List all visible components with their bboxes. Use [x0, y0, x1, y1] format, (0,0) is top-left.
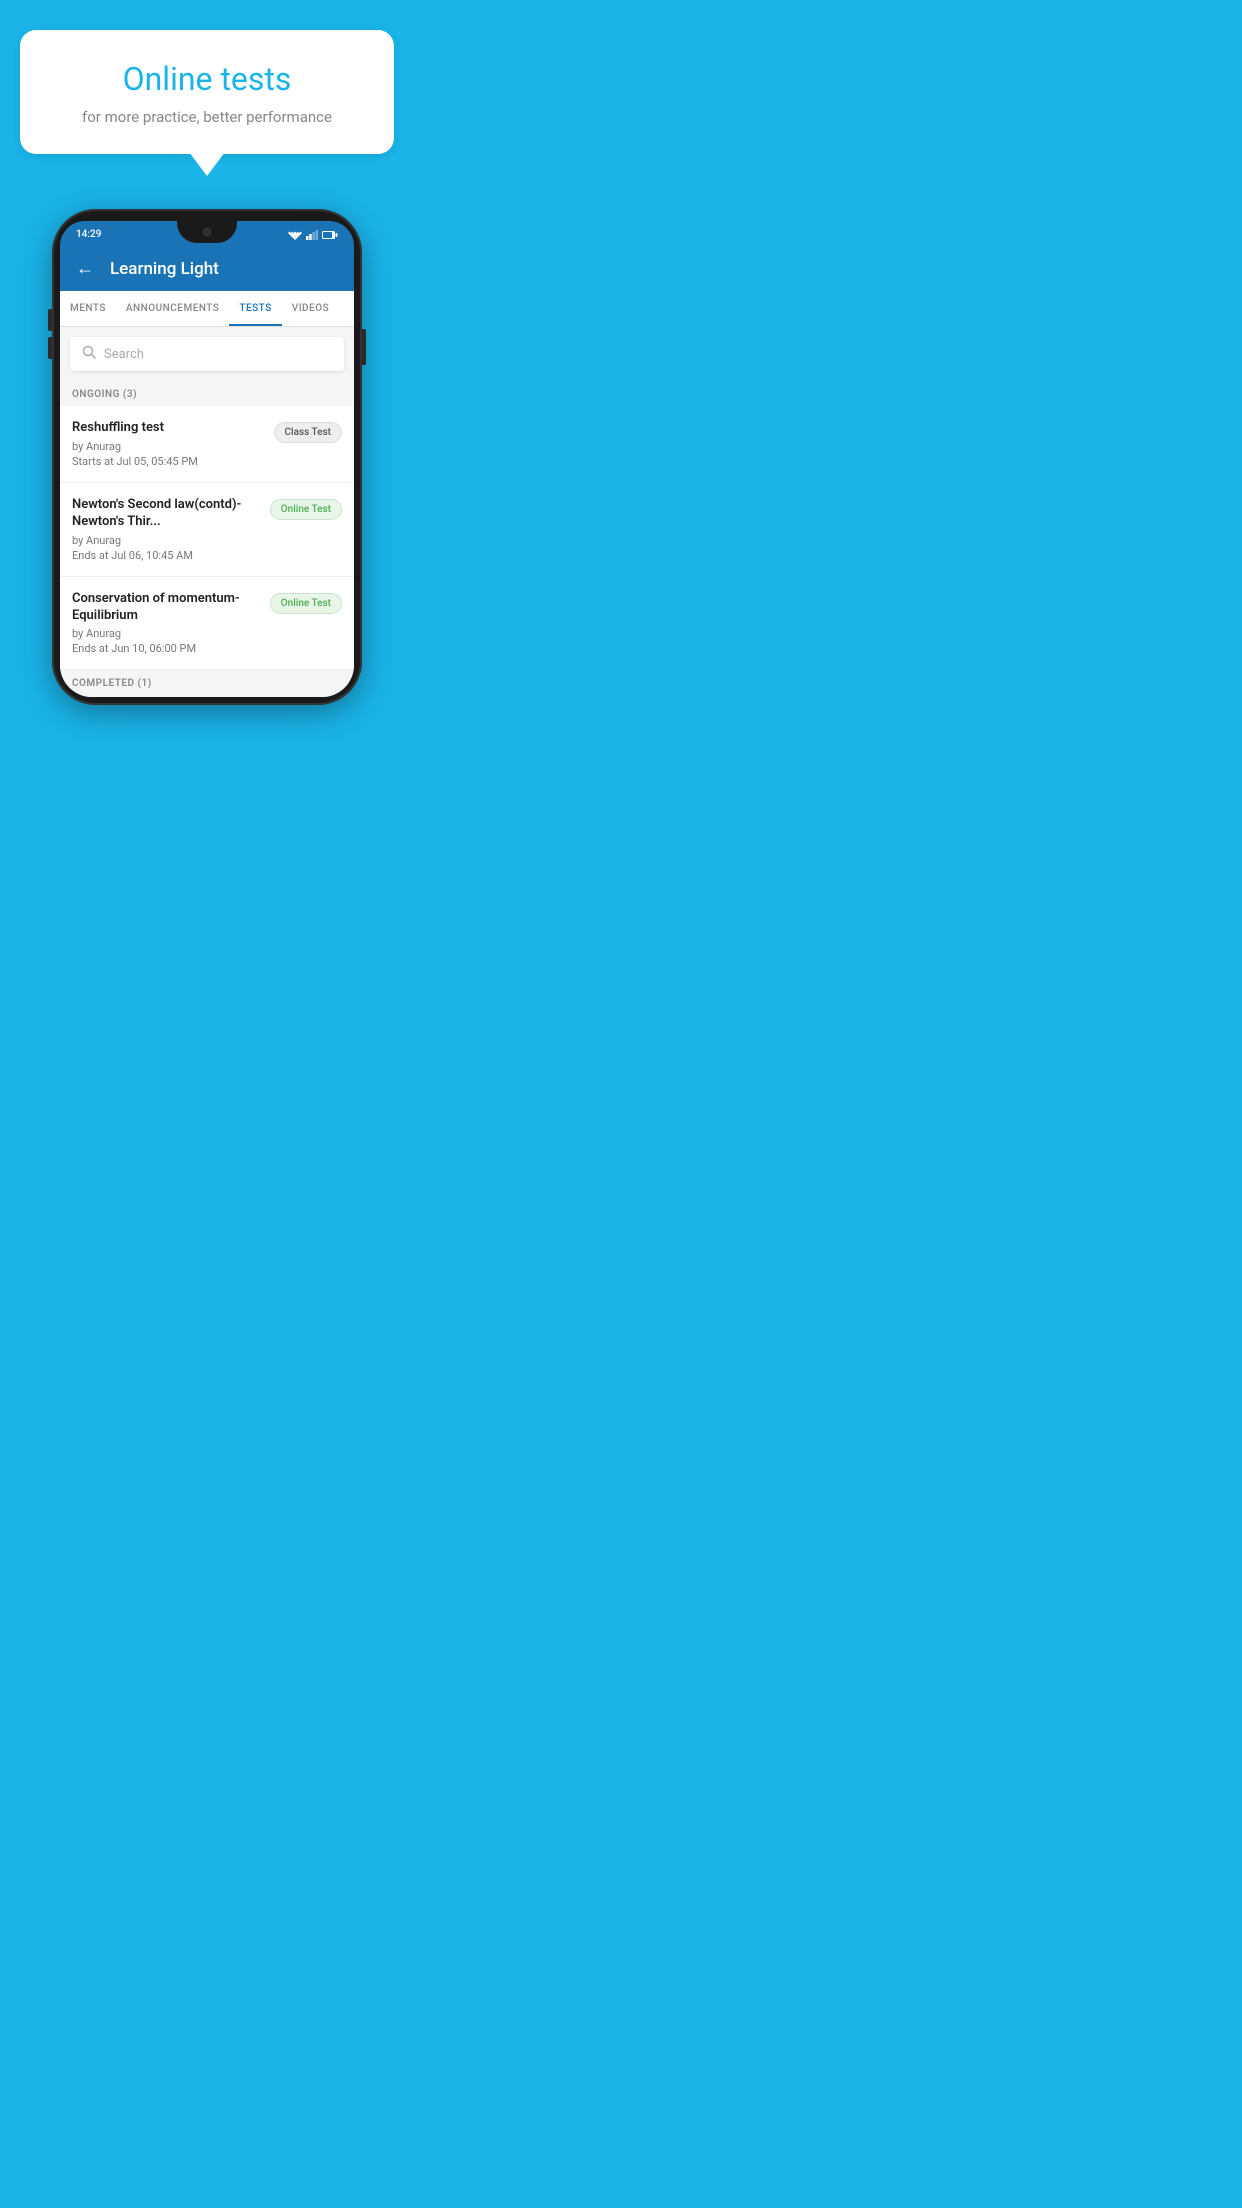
back-button[interactable]: ← — [76, 258, 94, 279]
test-badge-online: Online Test — [270, 499, 342, 520]
speech-bubble: Online tests for more practice, better p… — [20, 30, 394, 154]
test-author: by Anurag — [72, 627, 262, 640]
signal-icon — [306, 230, 318, 240]
status-icons — [288, 230, 338, 240]
test-time: Ends at Jun 10, 06:00 PM — [72, 642, 262, 655]
status-bar: 14:29 — [60, 221, 354, 246]
ongoing-section-label: ONGOING (3) — [60, 381, 354, 406]
test-item[interactable]: Newton's Second law(contd)-Newton's Thir… — [60, 483, 354, 577]
wifi-icon — [288, 230, 302, 240]
test-time: Starts at Jul 05, 05:45 PM — [72, 455, 266, 468]
test-author: by Anurag — [72, 534, 262, 547]
status-time: 14:29 — [76, 229, 101, 240]
app-title: Learning Light — [110, 259, 219, 279]
power-btn — [362, 329, 366, 365]
tab-tests[interactable]: TESTS — [229, 291, 281, 326]
test-item[interactable]: Conservation of momentum-Equilibrium by … — [60, 577, 354, 671]
phone-container: 14:29 — [52, 209, 362, 705]
hero-section: Online tests for more practice, better p… — [0, 0, 414, 164]
tab-announcements[interactable]: ANNOUNCEMENTS — [116, 291, 229, 326]
tab-videos[interactable]: VIDEOS — [282, 291, 339, 326]
camera — [203, 228, 211, 236]
app-header: ← Learning Light — [60, 246, 354, 291]
search-placeholder: Search — [104, 347, 144, 362]
bubble-subtitle: for more practice, better performance — [48, 108, 366, 126]
phone-notch — [177, 221, 237, 243]
search-icon — [82, 345, 96, 363]
battery-icon — [322, 230, 338, 240]
tests-list: Reshuffling test by Anurag Starts at Jul… — [60, 406, 354, 670]
search-bar[interactable]: Search — [70, 337, 344, 371]
tab-ments[interactable]: MENTS — [60, 291, 116, 326]
completed-section-label: COMPLETED (1) — [60, 670, 354, 697]
test-item[interactable]: Reshuffling test by Anurag Starts at Jul… — [60, 406, 354, 483]
phone-outer: 14:29 — [52, 209, 362, 705]
test-info: Conservation of momentum-Equilibrium by … — [72, 591, 262, 656]
test-name: Reshuffling test — [72, 420, 266, 437]
test-badge-online: Online Test — [270, 593, 342, 614]
test-badge-class: Class Test — [274, 422, 342, 443]
bubble-title: Online tests — [48, 60, 366, 98]
test-name: Conservation of momentum-Equilibrium — [72, 591, 262, 625]
test-author: by Anurag — [72, 440, 266, 453]
phone-screen: ← Learning Light MENTS ANNOUNCEMENTS TES… — [60, 246, 354, 697]
test-name: Newton's Second law(contd)-Newton's Thir… — [72, 497, 262, 531]
test-time: Ends at Jul 06, 10:45 AM — [72, 549, 262, 562]
test-info: Newton's Second law(contd)-Newton's Thir… — [72, 497, 262, 562]
power-button — [362, 329, 366, 365]
tabs-bar: MENTS ANNOUNCEMENTS TESTS VIDEOS — [60, 291, 354, 327]
test-info: Reshuffling test by Anurag Starts at Jul… — [72, 420, 266, 468]
